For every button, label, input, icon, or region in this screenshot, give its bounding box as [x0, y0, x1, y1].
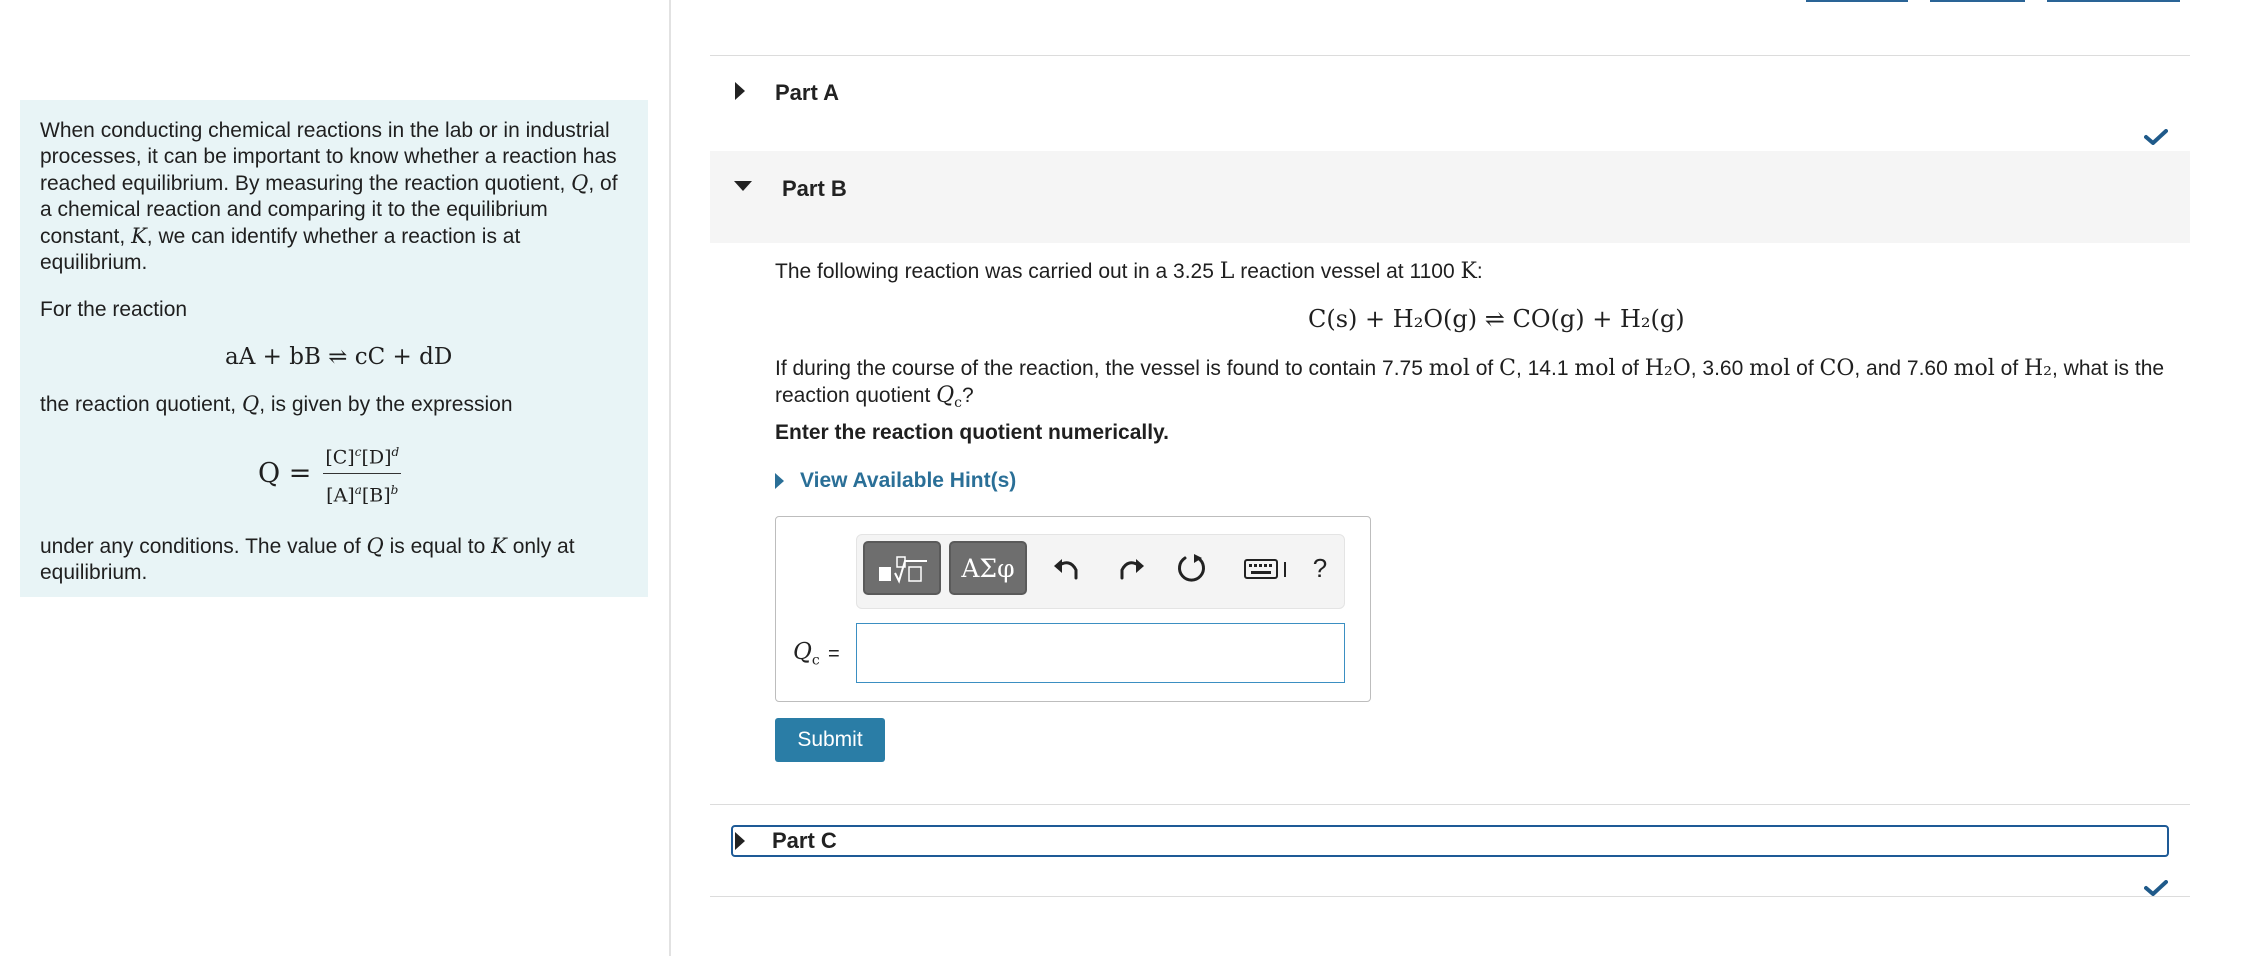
undo-button[interactable] — [1050, 551, 1084, 585]
symbols-button[interactable]: ΑΣφ — [949, 541, 1027, 595]
part-b-header[interactable]: Part B — [710, 151, 2190, 243]
templates-button[interactable] — [863, 541, 941, 595]
chevron-right-icon — [775, 473, 784, 489]
final-sentence: under any conditions. The value of Q is … — [40, 533, 628, 586]
part-a-top-rule — [710, 55, 2190, 56]
k-symbol: K — [131, 224, 147, 248]
general-reaction: aA + bB ⇌ cC + dD — [225, 344, 453, 370]
math-toolbar: ΑΣφ ? — [856, 534, 1345, 609]
k-symbol: K — [491, 533, 507, 558]
help-label: ? — [1312, 552, 1328, 583]
fraction-numerator: [C]c[D]d — [323, 439, 402, 475]
redo-icon — [1120, 559, 1144, 580]
quotient-lhs: Q = — [258, 457, 312, 489]
answer-label: Qc — [793, 639, 820, 669]
chevron-down-icon — [734, 181, 752, 191]
for-reaction-label: For the reaction — [40, 298, 188, 321]
redo-button[interactable] — [1114, 551, 1148, 585]
part-b-title: Part B — [782, 176, 847, 201]
fraction-denominator: [A]a[B]b — [326, 483, 399, 507]
top-link-1[interactable] — [1806, 0, 1908, 4]
part-b-instruction: Enter the reaction quotient numerically. — [775, 421, 1170, 444]
intro-panel: When conducting chemical reactions in th… — [20, 100, 648, 597]
part-c-top-rule — [710, 804, 2190, 805]
q-symbol: Q — [366, 533, 384, 558]
checkmark-icon — [2144, 880, 2168, 896]
part-b-question: If during the course of the reaction, th… — [775, 356, 2165, 412]
templates-icon — [879, 556, 927, 584]
part-a-title: Part A — [775, 80, 839, 105]
intro-text-1: When conducting chemical reactions in th… — [40, 119, 617, 195]
keyboard-button[interactable] — [1242, 551, 1294, 585]
q-symbol: Q — [241, 392, 260, 416]
top-link-3[interactable] — [2047, 0, 2180, 4]
part-c-title: Part C — [772, 828, 837, 853]
symbols-label: ΑΣφ — [961, 553, 1015, 583]
chevron-right-icon — [735, 82, 745, 100]
quotient-expression: Q = [C]c[D]d [A]a[B]b — [40, 439, 628, 509]
intro-paragraph: When conducting chemical reactions in th… — [40, 118, 628, 276]
reset-button[interactable] — [1175, 551, 1209, 585]
reset-icon — [1178, 554, 1205, 582]
part-a-header[interactable]: Part A — [710, 60, 2190, 150]
quotient-text-1: the reaction quotient, — [40, 393, 237, 416]
help-button[interactable]: ? — [1305, 551, 1335, 585]
part-b-intro: The following reaction was carried out i… — [775, 259, 1483, 284]
view-hints-label: View Available Hint(s) — [800, 469, 1017, 492]
part-c-bottom-rule — [710, 896, 2190, 897]
quotient-fraction: [C]c[D]d [A]a[B]b — [323, 439, 402, 509]
checkmark-icon — [2144, 129, 2168, 145]
quotient-sentence: the reaction quotient, Q, is given by th… — [40, 391, 628, 418]
answer-box: ΑΣφ ? Qc = — [775, 516, 1371, 702]
column-divider — [669, 0, 671, 956]
top-link-2[interactable] — [1930, 0, 2025, 4]
q-symbol: Q — [571, 171, 589, 195]
final-text-2: is equal to — [389, 534, 486, 558]
keyboard-icon — [1244, 559, 1286, 579]
chevron-right-icon — [735, 832, 745, 850]
answer-input[interactable] — [856, 623, 1345, 683]
answer-equals: = — [828, 643, 840, 665]
part-c-header[interactable]: Part C — [731, 825, 2169, 857]
final-text-1: under any conditions. The value of — [40, 534, 361, 558]
view-hints-link[interactable]: View Available Hint(s) — [775, 469, 1016, 493]
quotient-text-2: , is given by the expression — [259, 393, 513, 416]
part-b-reaction: C(s) + H₂O(g) ⇌ CO(g) + H₂(g) — [1308, 305, 1685, 333]
undo-icon — [1054, 559, 1078, 580]
submit-button[interactable]: Submit — [775, 718, 885, 762]
